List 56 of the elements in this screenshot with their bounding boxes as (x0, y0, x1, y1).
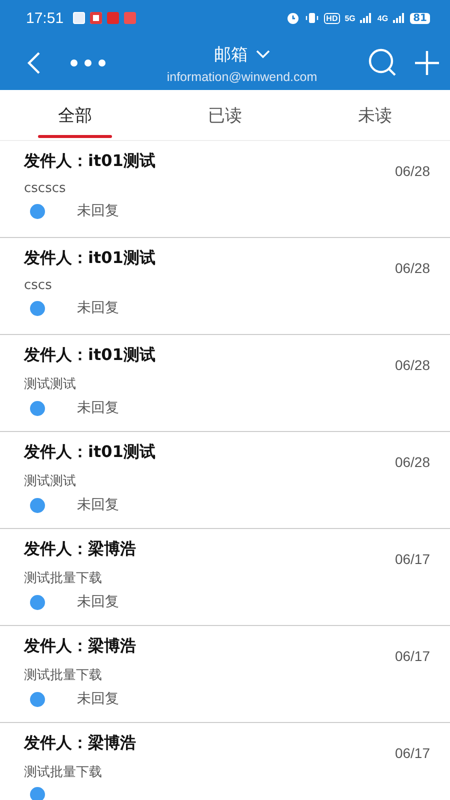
sender-name: 发件人：it01测试 (24, 345, 156, 366)
battery-level: 81 (410, 12, 430, 24)
signal-icon (393, 13, 406, 23)
message-date: 06/28 (394, 260, 430, 276)
reply-status: 未回复 (77, 299, 119, 317)
dropdown-caret-icon[interactable] (256, 50, 270, 58)
message-preview: 测试测试 (24, 473, 77, 490)
reply-status: 未回复 (77, 690, 119, 708)
alarm-icon (286, 11, 300, 25)
app-notification-icon (90, 12, 102, 24)
filter-tab[interactable]: 已读 (150, 90, 300, 140)
reply-status: 未回复 (77, 202, 119, 220)
status-dot-icon (30, 498, 45, 512)
status-dot-icon (30, 204, 45, 218)
status-time: 17:51 (26, 10, 64, 26)
message-date: 06/17 (394, 551, 430, 567)
message-preview: 测试批量下载 (24, 764, 103, 781)
app-notification-icon (124, 12, 136, 24)
message-date: 06/28 (394, 163, 430, 179)
mailbox-title[interactable]: 邮箱 (214, 42, 248, 66)
reply-status: 未回复 (77, 496, 119, 514)
sender-name: 发件人：梁博浩 (24, 733, 136, 754)
message-date: 06/28 (394, 357, 430, 373)
message-preview: cscscs (24, 181, 67, 196)
message-preview: 测试批量下载 (24, 570, 103, 587)
sender-name: 发件人：梁博浩 (24, 636, 136, 657)
status-dot-icon (30, 692, 45, 706)
message-date: 06/17 (394, 648, 430, 664)
network-label: 5G (344, 14, 356, 22)
message-preview: 测试测试 (24, 376, 77, 393)
app-notification-icon (72, 12, 85, 24)
add-button[interactable] (414, 50, 440, 76)
network-label: 4G (377, 14, 388, 22)
account-email: information@winwend.com (166, 70, 318, 84)
filter-tab[interactable]: 未读 (300, 90, 450, 140)
status-dot-icon (30, 400, 45, 416)
vibrate-icon (305, 11, 320, 25)
status-dot-icon (30, 594, 45, 610)
message-date: 06/17 (394, 745, 430, 761)
reply-status: 未回复 (77, 399, 119, 417)
search-button[interactable] (368, 48, 398, 78)
app-notification-icon (106, 12, 119, 24)
status-dot-icon (30, 787, 45, 800)
signal-icon (360, 13, 372, 23)
message-date: 06/28 (394, 454, 430, 470)
sender-name: 发件人：it01测试 (24, 442, 156, 463)
status-dot-icon (30, 300, 45, 316)
reply-status: 未回复 (77, 593, 119, 611)
message-preview: cscs (24, 278, 53, 293)
more-button[interactable] (70, 59, 106, 67)
sender-name: 发件人：it01测试 (24, 151, 156, 172)
filter-tab[interactable]: 全部 (0, 90, 150, 140)
message-preview: 测试批量下载 (24, 667, 103, 684)
sender-name: 发件人：梁博浩 (24, 539, 136, 560)
network-label: HD (324, 12, 340, 24)
sender-name: 发件人：it01测试 (24, 248, 156, 269)
